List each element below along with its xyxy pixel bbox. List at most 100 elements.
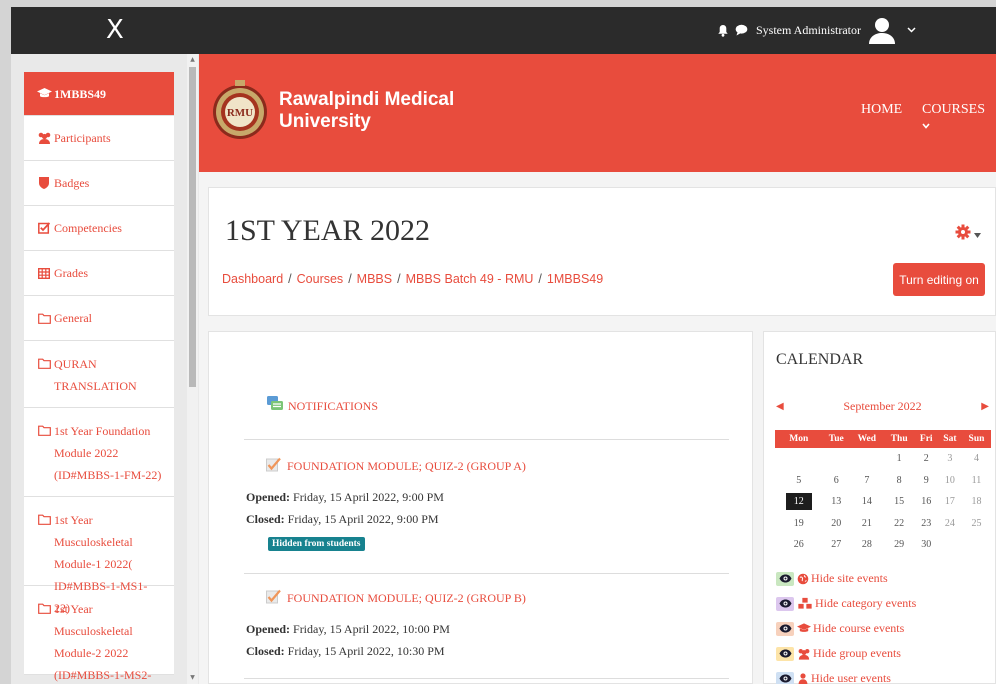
calendar-day[interactable]: 22 <box>884 513 915 535</box>
drawer-item-foundation-module[interactable]: 1st Year Foundation Module 2022 (ID#MBBS-1… <box>24 408 174 497</box>
calendar-day[interactable]: 9 <box>915 470 938 492</box>
university-logo[interactable]: RMU <box>211 72 269 152</box>
calendar-day[interactable]: 17 <box>938 491 962 513</box>
breadcrumb-item-courses[interactable]: Courses <box>297 272 344 286</box>
drawer-item-quran-translation[interactable]: QURAN TRANSLATION <box>24 341 174 408</box>
opened-label: Opened: <box>246 622 291 636</box>
breadcrumb-item-dashboard[interactable]: Dashboard <box>222 272 283 286</box>
calendar-day[interactable]: 23 <box>915 513 938 535</box>
checkbox-icon <box>36 222 52 234</box>
calendar-day[interactable]: 28 <box>850 534 884 556</box>
drawer-item-badges[interactable]: Badges <box>24 161 174 206</box>
close-drawer-button[interactable]: X <box>106 15 124 45</box>
calendar-day[interactable]: 12 <box>775 491 823 513</box>
eye-icon <box>776 621 794 636</box>
folder-icon <box>36 598 52 614</box>
activity-title: FOUNDATION MODULE; QUIZ-2 (GROUP B) <box>287 591 526 605</box>
label-line: 1st Year Musculoskeletal <box>54 602 133 638</box>
calendar-day[interactable]: 19 <box>775 513 823 535</box>
event-filter-item[interactable]: Hide group events <box>776 641 916 666</box>
drawer-item-grades[interactable]: Grades <box>24 251 174 296</box>
calendar-day[interactable]: 26 <box>775 534 823 556</box>
weekday-label: Wed <box>849 430 884 448</box>
calendar-day[interactable]: 20 <box>823 513 850 535</box>
event-filter-item[interactable]: Hide user events <box>776 666 916 684</box>
calendar-day[interactable]: 15 <box>884 491 915 513</box>
chevron-down-icon <box>974 227 981 242</box>
event-filter-item[interactable]: Hide site events <box>776 566 916 591</box>
calendar-day[interactable]: 14 <box>850 491 884 513</box>
activity-opened: Opened: Friday, 15 April 2022, 9:00 PM <box>246 490 726 505</box>
calendar-day[interactable]: 25 <box>962 513 991 535</box>
calendar-title: CALENDAR <box>776 351 864 368</box>
avatar-icon[interactable] <box>867 15 897 45</box>
calendar-day[interactable]: 8 <box>884 470 915 492</box>
calendar-day[interactable]: 21 <box>850 513 884 535</box>
calendar-day[interactable]: 27 <box>823 534 850 556</box>
label-line: (ID#MBBS-1-FM-22) <box>54 468 162 482</box>
closed-label: Closed: <box>246 512 285 526</box>
calendar-day[interactable]: 2 <box>915 448 938 470</box>
today-marker[interactable]: 12 <box>785 493 812 511</box>
drawer-item-participants[interactable]: Participants <box>24 116 174 161</box>
course-actions-menu[interactable] <box>955 224 981 244</box>
event-filter-item[interactable]: Hide course events <box>776 616 916 641</box>
calendar-day[interactable]: 29 <box>884 534 915 556</box>
activity-link[interactable]: FOUNDATION MODULE; QUIZ-2 (GROUP A) <box>246 457 726 476</box>
breadcrumb-item-course[interactable]: 1MBBS49 <box>547 272 603 286</box>
folder-icon <box>36 313 52 324</box>
drawer-item-general[interactable]: General <box>24 296 174 341</box>
prev-month-icon[interactable]: ◀ <box>776 401 784 412</box>
drawer-item-musculoskeletal-1[interactable]: 1st Year Musculoskeletal Module-1 2022(ID… <box>24 497 174 615</box>
calendar-day <box>775 448 823 470</box>
shield-icon <box>36 177 52 189</box>
label-line: Module-1 2022( <box>54 557 133 571</box>
breadcrumb-item-batch[interactable]: MBBS Batch 49 - RMU <box>406 272 534 286</box>
hidden-from-students-badge: Hidden from students <box>268 537 365 551</box>
user-menu-area: System Administrator <box>717 15 916 45</box>
calendar-day[interactable]: 11 <box>962 470 991 492</box>
comment-icon[interactable] <box>735 24 748 36</box>
drawer-item-musculoskeletal-2[interactable]: 1st Year Musculoskeletal Module-2 2022 (ID… <box>24 586 174 682</box>
drawer-item-competencies[interactable]: Competencies <box>24 206 174 251</box>
weekday-label: Fri <box>914 430 938 448</box>
next-month-icon[interactable]: ▶ <box>981 401 989 412</box>
calendar-day[interactable]: 4 <box>962 448 991 470</box>
nav-home-link[interactable]: HOME <box>861 102 902 118</box>
calendar-week: 26 27 28 29 30 <box>775 534 991 556</box>
label-line: QURAN <box>54 357 97 371</box>
calendar-day[interactable]: 10 <box>938 470 962 492</box>
activity-link[interactable]: FOUNDATION MODULE; QUIZ-2 (GROUP B) <box>246 589 726 608</box>
calendar-day[interactable]: 5 <box>775 470 823 492</box>
calendar-day[interactable]: 18 <box>962 491 991 513</box>
event-filter-item[interactable]: Hide category events <box>776 591 916 616</box>
calendar-day[interactable]: 7 <box>850 470 884 492</box>
calendar-day[interactable]: 16 <box>915 491 938 513</box>
scroll-down-arrow-icon[interactable]: ▼ <box>189 674 196 682</box>
calendar-day <box>823 448 850 470</box>
calendar-day[interactable]: 1 <box>884 448 915 470</box>
bell-icon[interactable] <box>717 24 729 37</box>
notifications-forum-link[interactable]: NOTIFICATIONS <box>266 395 378 417</box>
opened-value: Friday, 15 April 2022, 10:00 PM <box>293 622 450 636</box>
scroll-up-arrow-icon[interactable]: ▲ <box>189 56 196 64</box>
calendar-day[interactable]: 3 <box>938 448 962 470</box>
turn-editing-on-button[interactable]: Turn editing on <box>893 263 985 296</box>
calendar-day[interactable]: 24 <box>938 513 962 535</box>
chevron-down-icon[interactable] <box>907 27 916 33</box>
label-line: 1st Year Foundation <box>54 424 151 438</box>
drawer-item-course[interactable]: 1MBBS49 <box>24 72 174 116</box>
nav-courses-menu[interactable]: COURSES <box>922 102 996 134</box>
nav-courses-label: COURSES <box>922 102 986 117</box>
drawer-scrollbar-thumb[interactable] <box>189 67 196 387</box>
divider <box>244 439 729 440</box>
calendar-day[interactable]: 6 <box>823 470 850 492</box>
site-name[interactable]: Rawalpindi Medical University <box>279 89 454 133</box>
calendar-day[interactable]: 13 <box>823 491 850 513</box>
breadcrumb-item-mbbs[interactable]: MBBS <box>357 272 392 286</box>
divider <box>244 678 729 679</box>
calendar-day[interactable]: 30 <box>915 534 938 556</box>
top-navbar: X System Administrator <box>11 7 996 54</box>
user-name[interactable]: System Administrator <box>756 23 861 38</box>
calendar-month[interactable]: September 2022 <box>843 399 921 414</box>
